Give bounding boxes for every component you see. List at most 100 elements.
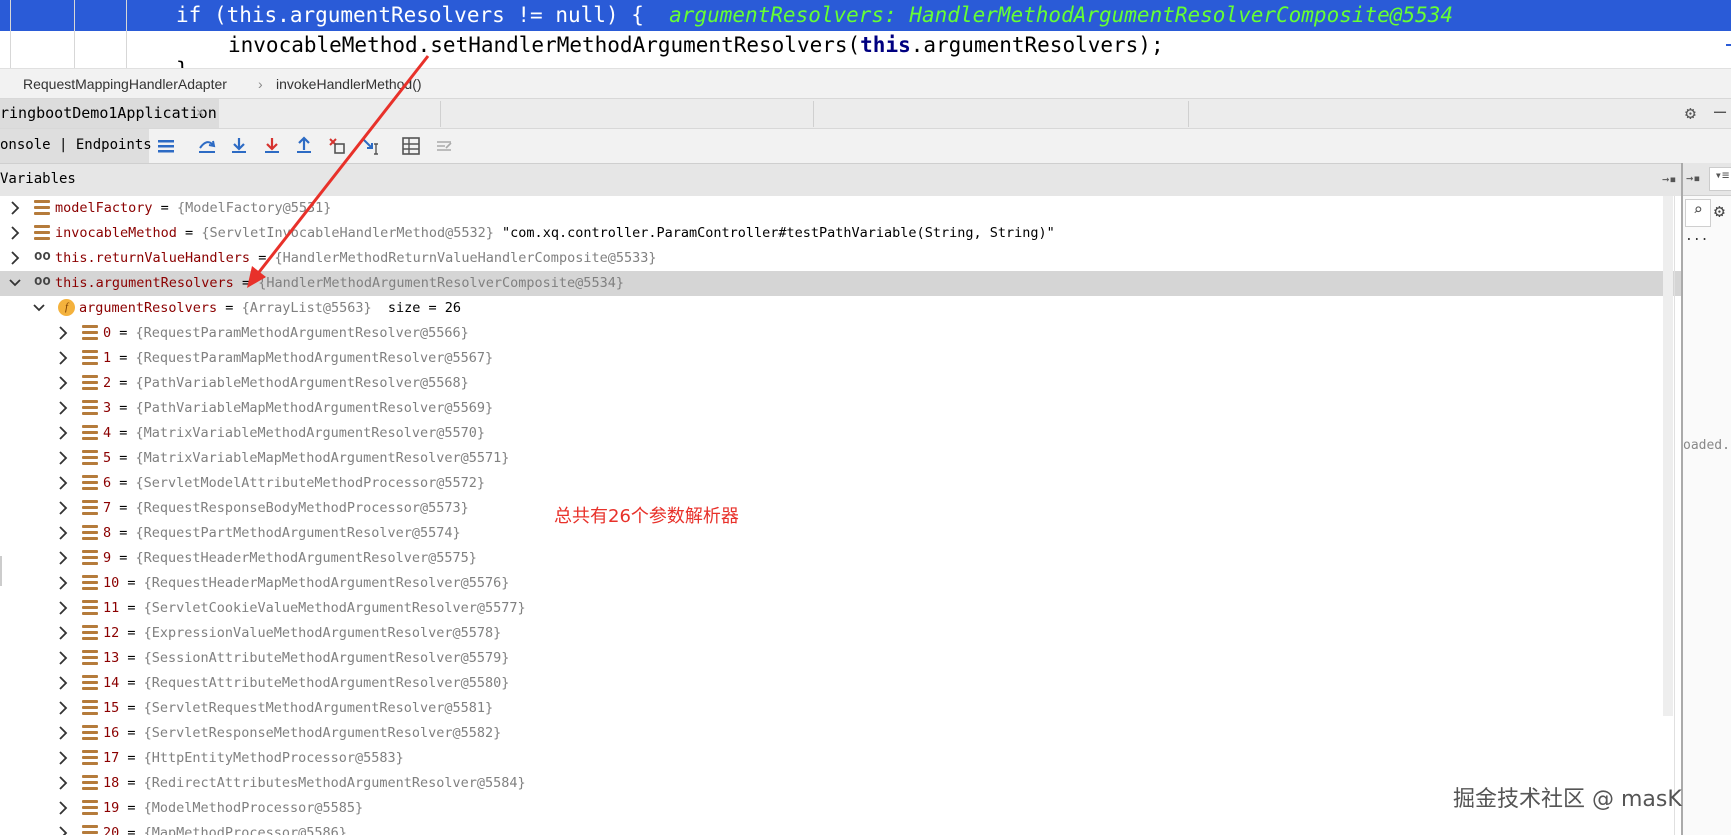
tree-row[interactable]: 20 = {MapMethodProcessor@5586}: [0, 821, 1681, 835]
watermark: 掘金技术社区 @ masK: [1453, 787, 1682, 812]
object-icon: [82, 600, 98, 615]
tree-row-text: 20 = {MapMethodProcessor@5586}: [103, 825, 347, 835]
gear-icon[interactable]: ⚙: [1685, 103, 1696, 124]
evaluate-expression-icon[interactable]: [401, 136, 421, 156]
gear-icon[interactable]: ⚙: [1714, 201, 1725, 222]
chevron-right-icon[interactable]: [56, 399, 70, 417]
chevron-right-icon[interactable]: [56, 524, 70, 542]
trace-icon[interactable]: [434, 136, 454, 156]
chevron-right-icon[interactable]: [8, 249, 22, 267]
tree-row[interactable]: 12 = {ExpressionValueMethodArgumentResol…: [0, 621, 1681, 646]
object-icon: [82, 700, 98, 715]
equals-sign: =: [176, 225, 202, 241]
drop-frame-icon[interactable]: [327, 136, 347, 156]
chevron-right-icon[interactable]: [56, 449, 70, 467]
code-text: invocableMethod.setHandlerMethodArgument…: [228, 33, 861, 57]
tree-row[interactable]: 17 = {HttpEntityMethodProcessor@5583}: [0, 746, 1681, 771]
tree-row[interactable]: 9 = {RequestHeaderMethodArgumentResolver…: [0, 546, 1681, 571]
tree-row[interactable]: 1 = {RequestParamMapMethodArgumentResolv…: [0, 346, 1681, 371]
tree-row[interactable]: 6 = {ServletModelAttributeMethodProcesso…: [0, 471, 1681, 496]
keyword-if: if: [176, 3, 202, 27]
chevron-right-icon[interactable]: [56, 624, 70, 642]
chevron-right-icon[interactable]: [56, 749, 70, 767]
variable-type: {HandlerMethodReturnValueHandlerComposit…: [274, 250, 657, 266]
object-icon: [82, 350, 98, 365]
object-icon: [82, 500, 98, 515]
pin-icon[interactable]: →▪: [1686, 171, 1700, 185]
tree-row-text: 11 = {ServletCookieValueMethodArgumentRe…: [103, 600, 526, 616]
chevron-right-icon[interactable]: [56, 674, 70, 692]
variables-tree[interactable]: modelFactory = {ModelFactory@5531} invoca…: [0, 196, 1681, 835]
pin-icon[interactable]: →▪: [1662, 172, 1676, 186]
tree-row[interactable]: 4 = {MatrixVariableMethodArgumentResolve…: [0, 421, 1681, 446]
chevron-right-icon[interactable]: [8, 199, 22, 217]
run-config-tab[interactable]: ringbootDemo1Application ×: [0, 99, 219, 129]
chevron-right-icon[interactable]: [56, 549, 70, 567]
chevron-right-icon[interactable]: [56, 499, 70, 517]
chevron-right-icon[interactable]: [56, 824, 70, 835]
scrollbar[interactable]: [1663, 196, 1673, 716]
code-editor[interactable]: if (this.argumentResolvers != null) { ar…: [0, 0, 1731, 68]
chevron-right-icon[interactable]: [56, 799, 70, 817]
chevron-right-icon[interactable]: [8, 224, 22, 242]
tree-row[interactable]: oo this.argumentResolvers = {HandlerMetho…: [0, 271, 1681, 296]
tree-row[interactable]: 18 = {RedirectAttributesMethodArgumentRe…: [0, 771, 1681, 796]
tab-console-label[interactable]: onsole | Endpoints: [0, 137, 152, 153]
menu-icon[interactable]: ▾≡: [1709, 167, 1731, 191]
chevron-right-icon[interactable]: [56, 424, 70, 442]
step-out-icon[interactable]: [294, 136, 314, 156]
breadcrumb-class[interactable]: RequestMappingHandlerAdapter: [23, 76, 227, 92]
tree-row[interactable]: 8 = {RequestPartMethodArgumentResolver@5…: [0, 521, 1681, 546]
run-to-cursor-icon[interactable]: [360, 136, 380, 156]
tree-row[interactable]: modelFactory = {ModelFactory@5531}: [0, 196, 1681, 221]
tree-row[interactable]: 19 = {ModelMethodProcessor@5585}: [0, 796, 1681, 821]
element-index: 4: [103, 425, 112, 441]
tree-row[interactable]: 11 = {ServletCookieValueMethodArgumentRe…: [0, 596, 1681, 621]
chevron-down-icon[interactable]: [8, 274, 22, 292]
chevron-right-icon[interactable]: [56, 599, 70, 617]
element-index: 1: [103, 350, 112, 366]
chevron-right-icon[interactable]: [56, 724, 70, 742]
chevron-right-icon[interactable]: [56, 649, 70, 667]
element-index: 7: [103, 500, 112, 516]
object-icon: [82, 800, 98, 815]
tree-row[interactable]: f argumentResolvers = {ArrayList@5563} si…: [0, 296, 1681, 321]
console-endpoints-tabs[interactable]: onsole | Endpoints: [0, 129, 152, 164]
object-icon: [82, 375, 98, 390]
tree-row[interactable]: 15 = {ServletRequestMethodArgumentResolv…: [0, 696, 1681, 721]
variable-type: {ServletModelAttributeMethodProcessor@55…: [135, 475, 486, 491]
tree-row[interactable]: 0 = {RequestParamMethodArgumentResolver@…: [0, 321, 1681, 346]
chevron-right-icon[interactable]: [56, 324, 70, 342]
scroll-marker: [1726, 44, 1731, 46]
tree-row[interactable]: oo this.returnValueHandlers = {HandlerMet…: [0, 246, 1681, 271]
chevron-right-icon[interactable]: [56, 474, 70, 492]
breadcrumb-method[interactable]: invokeHandlerMethod(): [276, 76, 422, 92]
variable-type: {ServletRequestMethodArgumentResolver@55…: [143, 700, 494, 716]
tree-row[interactable]: 2 = {PathVariableMethodArgumentResolver@…: [0, 371, 1681, 396]
variable-type: {RequestPartMethodArgumentResolver@5574}: [135, 525, 461, 541]
chevron-down-icon[interactable]: [32, 299, 46, 317]
tree-row[interactable]: 16 = {ServletResponseMethodArgumentResol…: [0, 721, 1681, 746]
tree-row[interactable]: 7 = {RequestResponseBodyMethodProcessor@…: [0, 496, 1681, 521]
tree-row[interactable]: 3 = {PathVariableMapMethodArgumentResolv…: [0, 396, 1681, 421]
close-icon[interactable]: ×: [196, 105, 204, 121]
chevron-right-icon[interactable]: [56, 349, 70, 367]
variable-type: {RequestHeaderMethodArgumentResolver@557…: [135, 550, 477, 566]
step-into-icon[interactable]: [229, 136, 249, 156]
frames-list-icon[interactable]: [156, 136, 176, 156]
search-icon[interactable]: ⌕: [1685, 199, 1711, 227]
step-over-icon[interactable]: [197, 136, 217, 156]
chevron-right-icon[interactable]: [56, 699, 70, 717]
tree-row[interactable]: 14 = {RequestAttributeMethodArgumentReso…: [0, 671, 1681, 696]
tree-row[interactable]: 5 = {MatrixVariableMapMethodArgumentReso…: [0, 446, 1681, 471]
tree-row[interactable]: invocableMethod = {ServletInvocableHandl…: [0, 221, 1681, 246]
minimize-icon[interactable]: –: [1714, 99, 1726, 123]
chevron-right-icon[interactable]: [56, 374, 70, 392]
tree-row[interactable]: 10 = {RequestHeaderMapMethodArgumentReso…: [0, 571, 1681, 596]
chevron-right-icon[interactable]: [56, 574, 70, 592]
chevron-right-icon[interactable]: [56, 774, 70, 792]
force-step-into-icon[interactable]: [262, 136, 282, 156]
tree-row-text: 13 = {SessionAttributeMethodArgumentReso…: [103, 650, 509, 666]
element-index: 18: [103, 775, 120, 791]
tree-row[interactable]: 13 = {SessionAttributeMethodArgumentReso…: [0, 646, 1681, 671]
